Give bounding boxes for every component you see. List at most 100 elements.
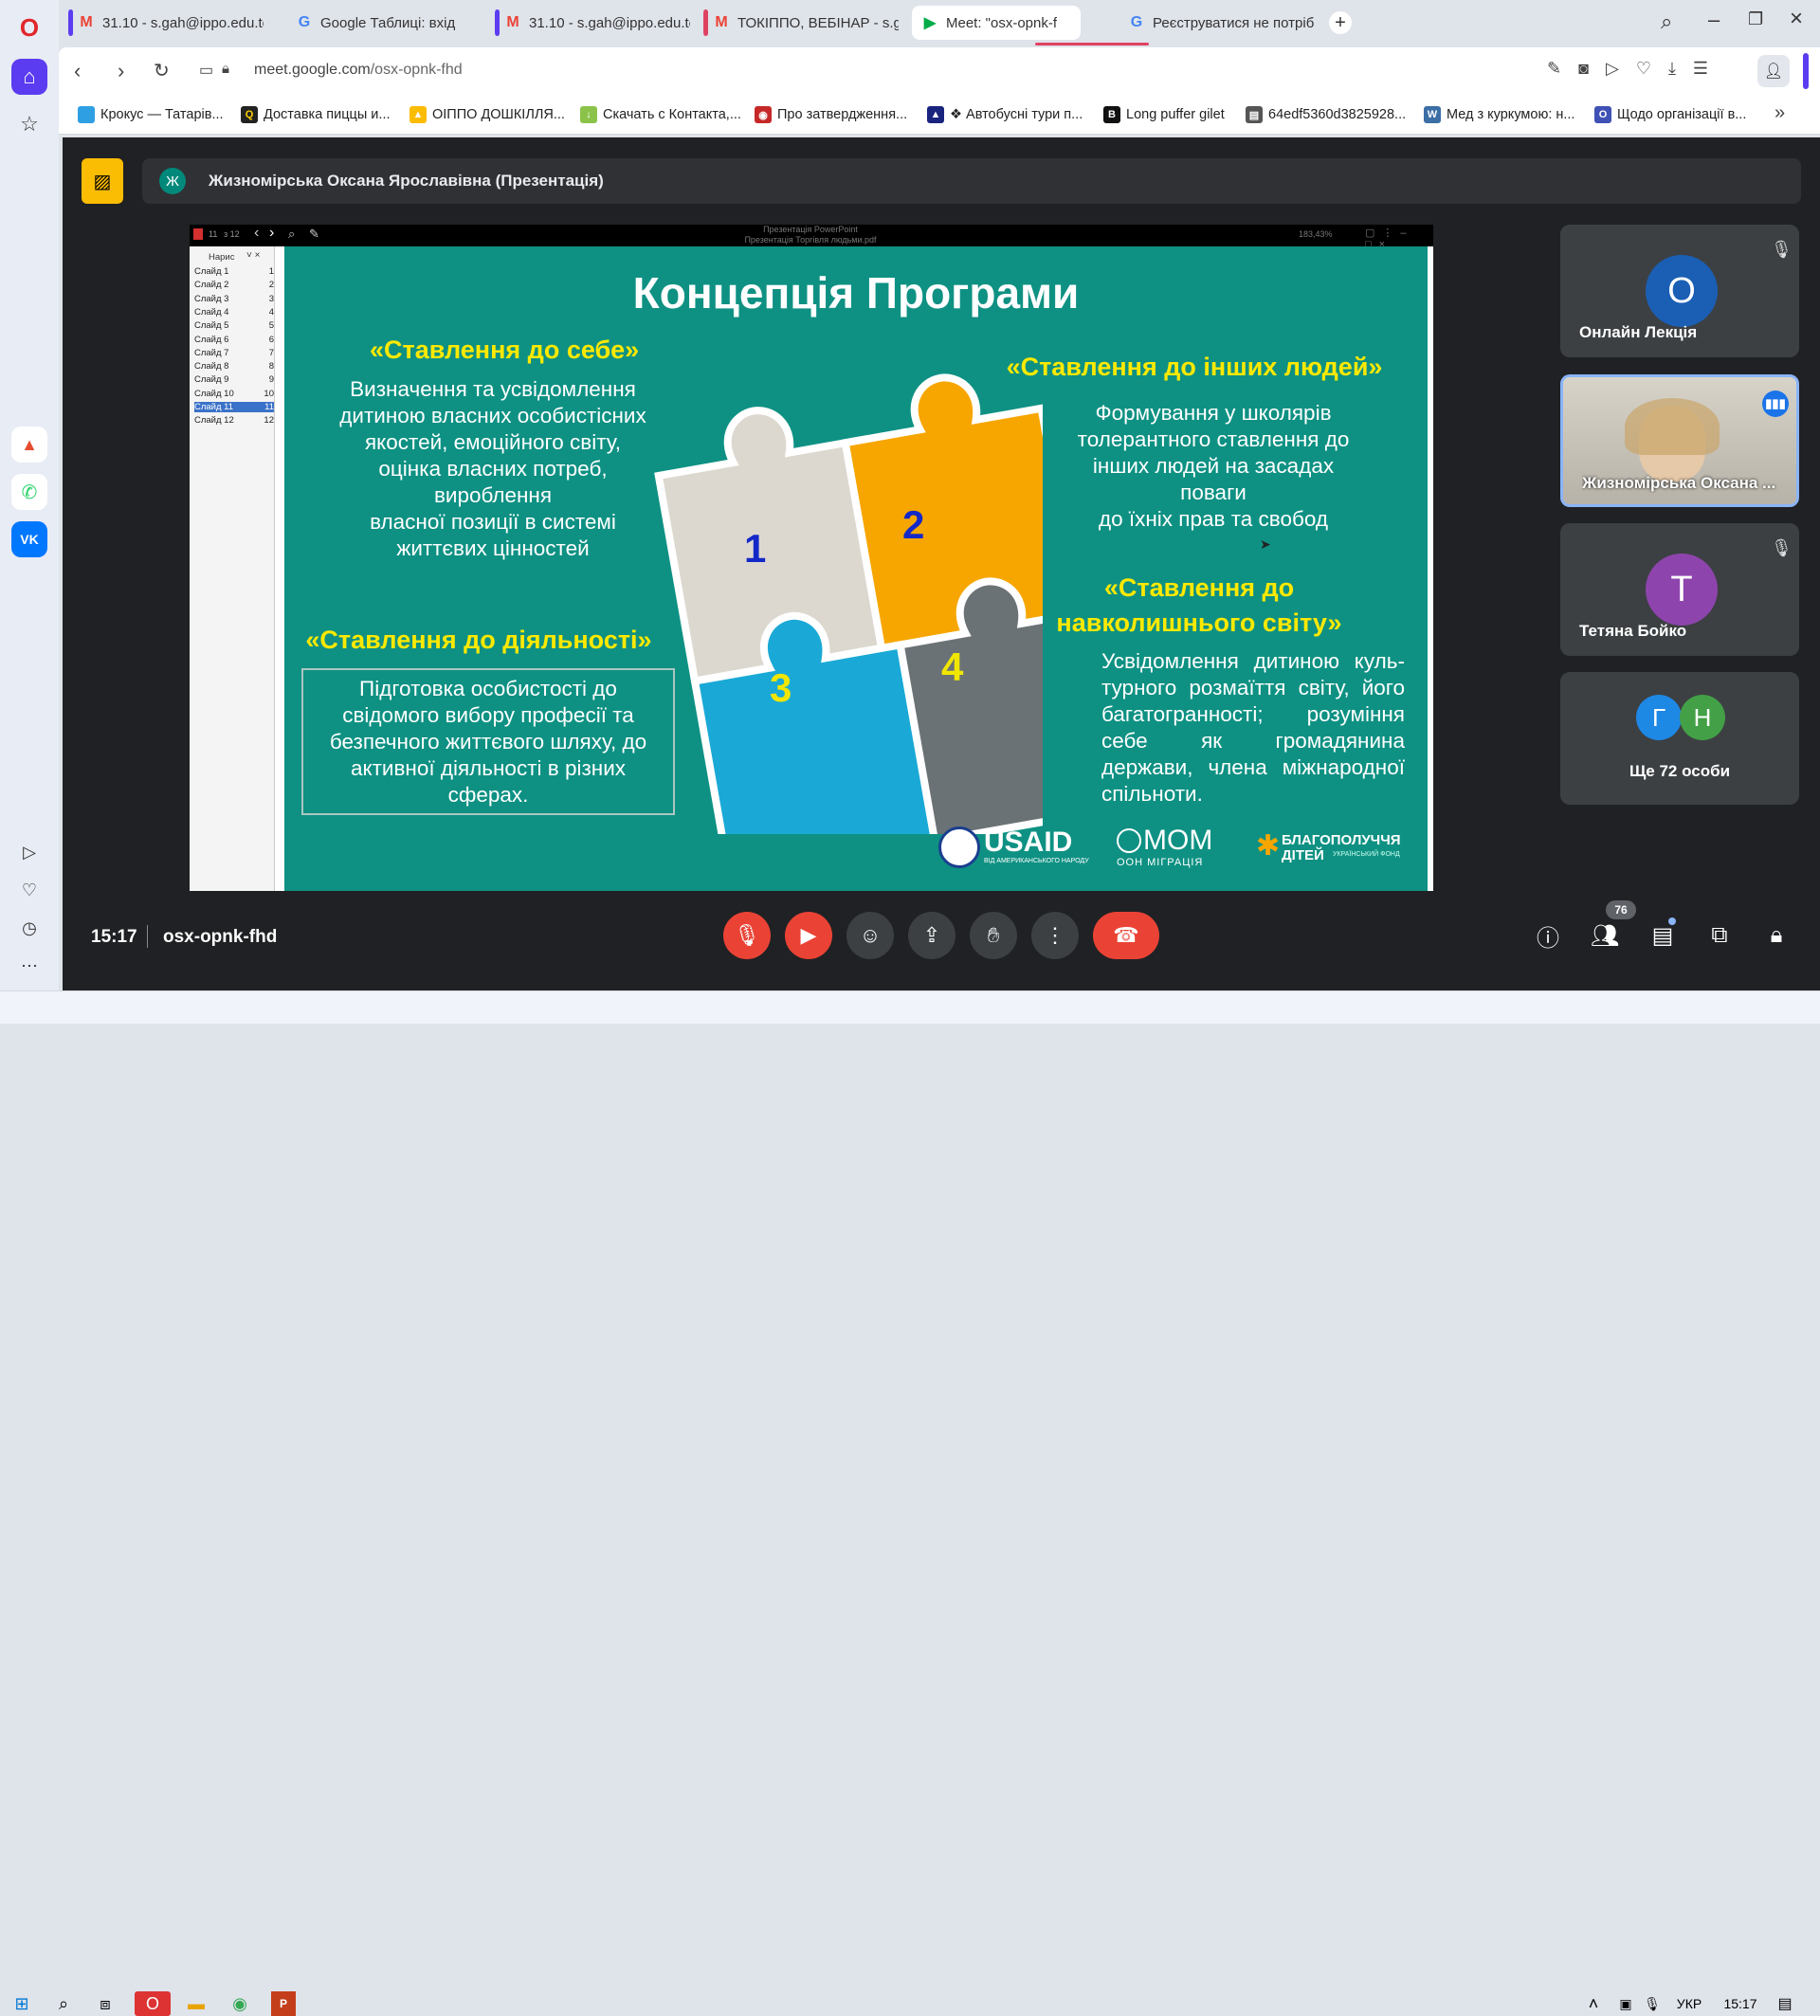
profile-icon[interactable]: 👤︎ [1757,55,1790,87]
send-icon[interactable]: ▷ [1606,59,1636,78]
home-icon[interactable]: ⌂ [11,59,47,95]
host-controls-icon[interactable]: 🔒︎ [1760,919,1793,952]
bookmark-item[interactable]: ▲ ОІППО ДОШКІЛЛЯ... [410,104,565,125]
slide-list-item[interactable]: Слайд 10 10 [194,389,274,399]
camera-icon[interactable]: ◙ [1578,59,1606,78]
window-title: Презентація PowerPoint [763,225,858,234]
bookmark-item[interactable]: B Long puffer gilet [1103,104,1225,125]
reload-icon[interactable]: ↻ [154,59,170,82]
present-button[interactable]: ⇪ [908,912,956,959]
explorer-icon[interactable]: ▬ [184,1991,209,2016]
minimize-icon[interactable]: – [1708,8,1720,32]
more-icon[interactable]: ⋯ [11,948,47,984]
nav-close-icon[interactable]: ˅ × [246,250,260,261]
child-figure-icon: ✱ [1256,830,1281,862]
bookmark-item[interactable]: W Мед з куркумою: н... [1424,104,1574,125]
windows-start-icon[interactable]: ⊞ [9,1991,34,2016]
participant-tile-speaking[interactable]: Жизномірська Оксана ... ▮▮▮ [1560,374,1799,507]
url-field[interactable]: meet.google.com/osx-opnk-fhd [254,62,463,79]
notifications-icon[interactable]: ▤ [1773,1991,1797,2016]
slide-list-item[interactable]: Слайд 3 3 [194,294,274,304]
tab-5[interactable]: G Реєструватися не потрібі [1119,6,1323,40]
search-tabs-icon[interactable]: ⌕ [1661,9,1672,34]
site-info-icon[interactable]: ▭ [199,61,213,80]
tab-4[interactable]: ▶ Meet: "osx-opnk-f [912,6,1081,40]
history-icon[interactable]: ◷ [11,910,47,946]
next-page-icon[interactable]: › [269,225,274,242]
restore-icon[interactable]: ❐ [1748,9,1763,29]
tab-3[interactable]: M ТОКІППО, ВЕБІНАР - s.ga [703,6,908,40]
player-icon[interactable]: ▷ [11,834,47,870]
back-icon[interactable]: ‹ [74,59,81,83]
edit-icon[interactable]: ✎ [1547,59,1578,78]
more-participants-tile[interactable]: Г Н Ще 72 особи [1560,672,1799,805]
text-others: Формування у школярів толерантного ставле… [1062,400,1365,533]
tray-mic-icon[interactable]: 🎙︎ [1640,1991,1665,2016]
slide-list-item[interactable]: Слайд 1 1 [194,266,274,277]
new-tab-icon[interactable]: + [1329,11,1352,34]
tab-title: Google Таблиці: вхід [320,14,456,31]
prev-page-icon[interactable]: ‹ [254,225,259,242]
bookmark-item[interactable]: ↓ Скачать с Контакта,... [580,104,741,125]
bookmark-item[interactable]: ▤ 64edf5360d3825928... [1246,104,1406,125]
tab-2[interactable]: M 31.10 - s.gah@ippo.edu.te [495,6,700,40]
chrome-icon[interactable]: ◉ [228,1991,252,2016]
more-options-button[interactable]: ⋮ [1031,912,1079,959]
slide-list-item[interactable]: Слайд 8 8 [194,361,274,372]
speaking-indicator-icon: ▮▮▮ [1762,390,1789,417]
whatsapp-icon[interactable]: ✆ [11,474,47,510]
forward-icon[interactable]: › [118,59,124,83]
sidebar-toggle[interactable] [1803,53,1809,89]
more-bookmarks-icon[interactable]: » [1774,102,1785,124]
taskbar-clock[interactable]: 15:17 [1718,1991,1763,2016]
un-globe-icon [1117,828,1141,853]
opera-logo-icon[interactable]: O [11,9,47,45]
tray-device-icon[interactable]: ▣ [1613,1991,1638,2016]
close-window-icon[interactable]: × [1790,6,1803,32]
heart-icon[interactable]: ♡ [1636,59,1668,78]
slide-list-item[interactable]: Слайд 6 6 [194,335,274,345]
mic-off-button[interactable]: 🎙︎ [723,912,771,959]
activities-icon[interactable]: ⧉ [1703,919,1736,952]
presentation-pin-icon[interactable]: ▨ [82,158,123,204]
meeting-info-icon[interactable]: ⓘ [1532,919,1564,952]
bookmark-item[interactable]: Q Доставка пиццы и... [241,104,391,125]
slide-list-item[interactable]: Слайд 5 5 [194,320,274,331]
slide-label: Слайд 6 [194,334,229,345]
slide-list-item[interactable]: Слайд 7 7 [194,348,274,358]
search-icon[interactable]: ⌕ [51,1991,76,2016]
bookmark-favicon-icon: Q [241,106,258,123]
slide-list-item[interactable]: Слайд 9 9 [194,374,274,385]
slide-list-item[interactable]: Слайд 4 4 [194,307,274,318]
opera-taskbar-icon[interactable]: O [135,1991,171,2016]
tab-0[interactable]: M 31.10 - s.gah@ippo.edu.te [68,6,273,40]
aria-icon[interactable]: ▲ [11,427,47,463]
tab-1[interactable]: G Google Таблиці: вхід [286,6,491,40]
participant-tile[interactable]: T Тетяна Бойко 🎙︎ [1560,523,1799,656]
bookmark-item[interactable]: ▲ ❖ Автобусні тури п... [927,104,1083,125]
slide-list-item[interactable]: Слайд 2 2 [194,280,274,290]
participant-tile[interactable]: О Онлайн Лекція 🎙︎ [1560,225,1799,357]
search-icon[interactable]: ⌕ [288,227,295,242]
language-indicator[interactable]: УКР [1670,1991,1708,2016]
annotate-icon[interactable]: ✎ [309,227,319,242]
heart-icon[interactable]: ♡ [11,872,47,908]
raise-hand-button[interactable]: ✋︎ [970,912,1017,959]
tray-expand-icon[interactable]: ˄ [1581,1991,1606,2016]
star-icon[interactable]: ☆ [11,106,47,142]
task-view-icon[interactable]: ⧈ [93,1991,118,2016]
gmail-icon: M [506,14,519,30]
leave-call-button[interactable]: ☎︎ [1093,912,1159,959]
slide-list-item[interactable]: Слайд 11 11 [194,402,274,412]
emoji-button[interactable]: ☺ [846,912,894,959]
powerpoint-icon[interactable]: P [271,1991,296,2016]
slide-list-item[interactable]: Слайд 12 12 [194,415,274,426]
people-icon[interactable]: 👥︎ [1589,919,1621,952]
easy-setup-icon[interactable]: ☰ [1693,59,1725,78]
camera-off-button[interactable]: ▶︎ [785,912,832,959]
bookmark-item[interactable]: ◉ Про затвердження... [755,104,907,125]
vk-icon[interactable]: VK [11,521,47,557]
download-icon[interactable]: ⤓ [1668,59,1693,78]
bookmark-item[interactable]: O Щодо організації в... [1594,104,1746,125]
bookmark-item[interactable]: Крокус — Татарів... [78,104,224,125]
